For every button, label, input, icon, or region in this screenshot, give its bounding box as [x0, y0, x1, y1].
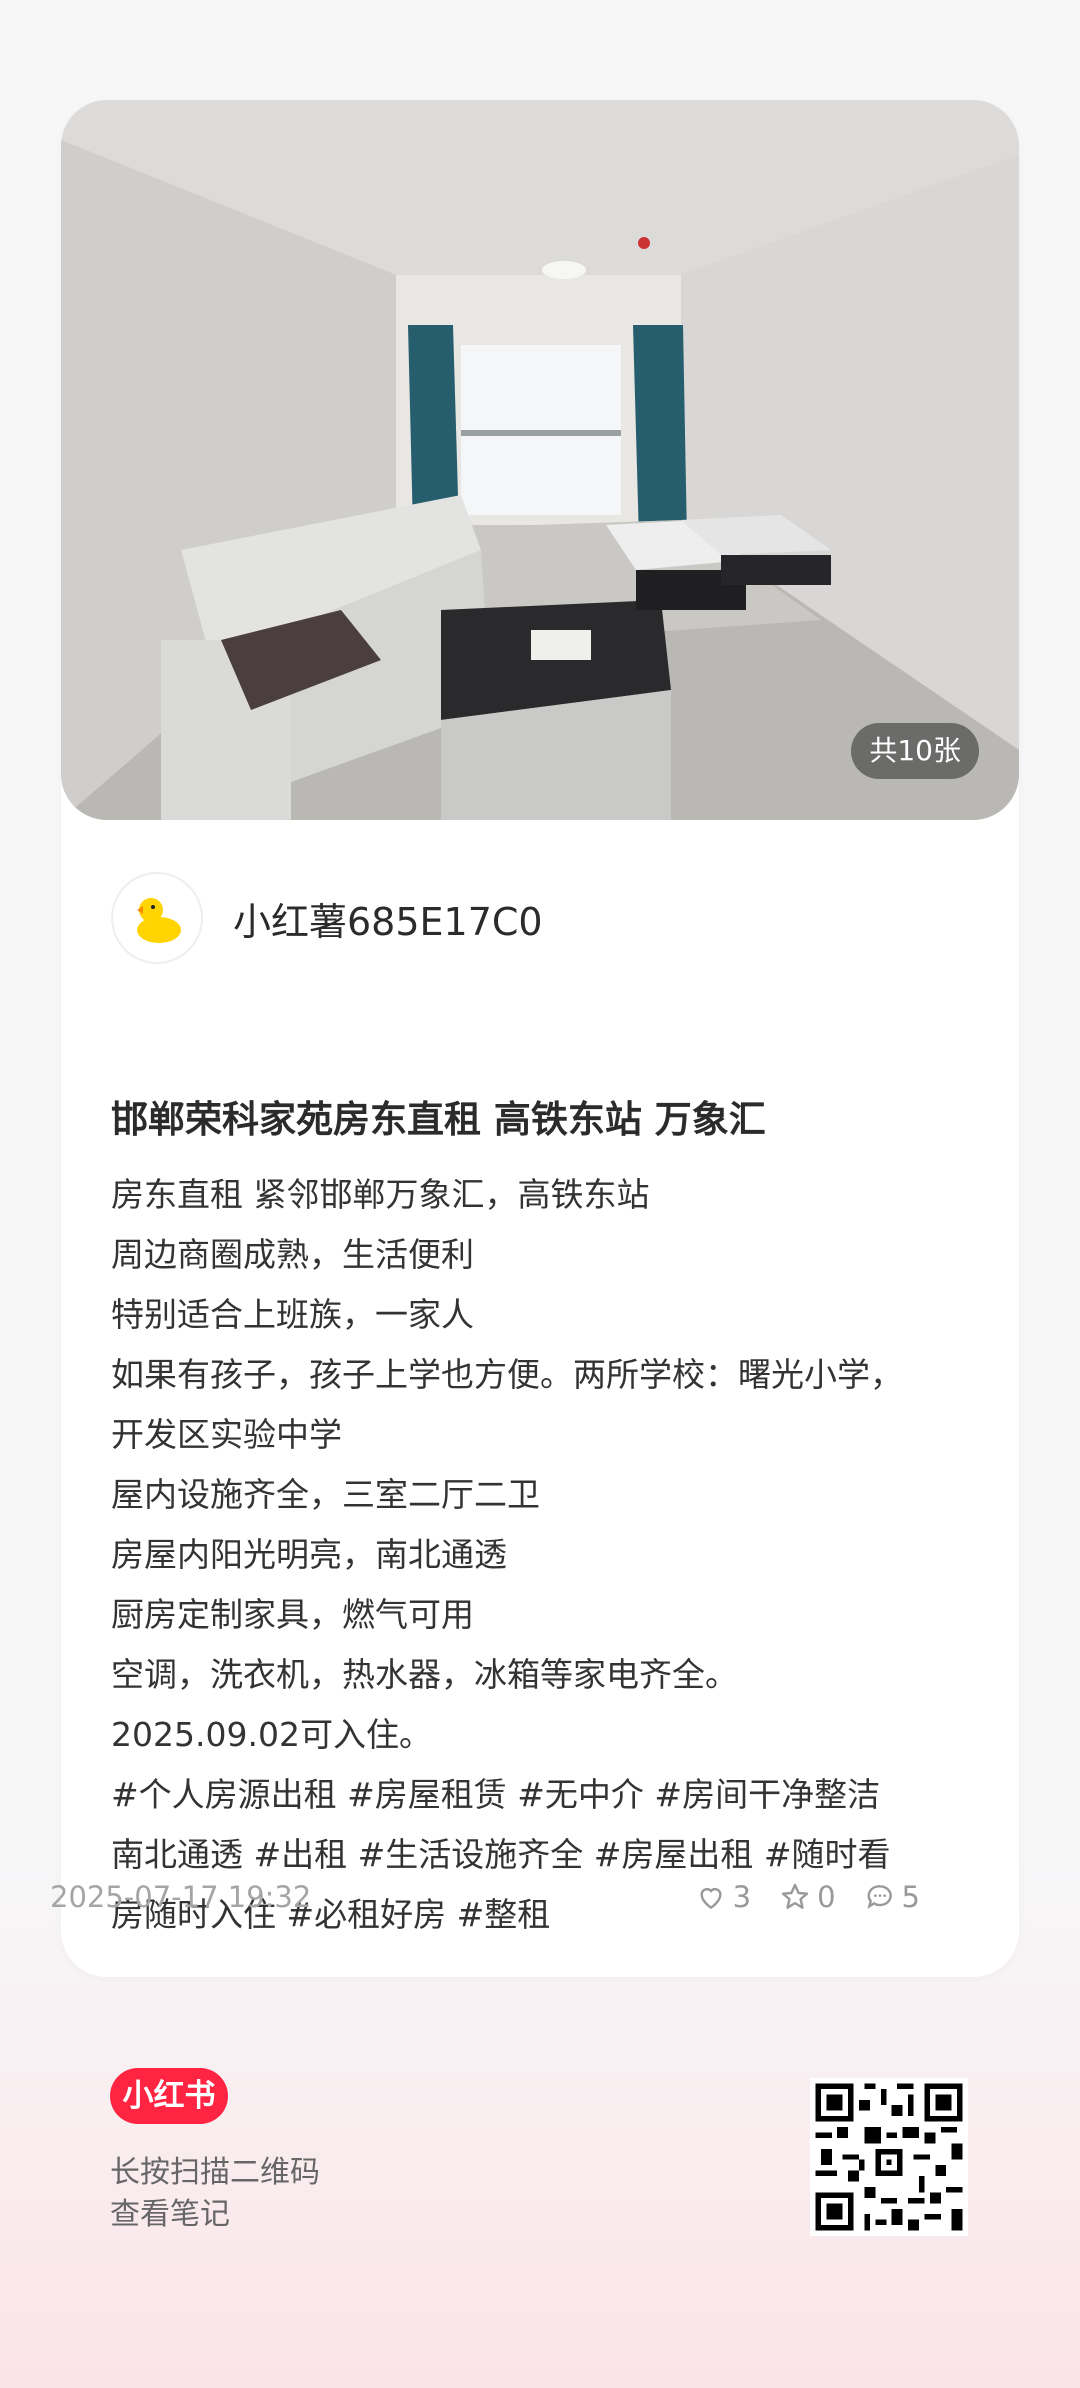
collect-button[interactable]: 0 [779, 1880, 836, 1914]
like-button[interactable]: 3 [695, 1880, 751, 1914]
duck-avatar-icon[interactable] [111, 872, 203, 964]
post-body-line: 特别适合上班族，一家人 [111, 1295, 474, 1334]
collect-count: 0 [817, 1880, 836, 1914]
post-body-line: 开发区实验中学 [111, 1415, 342, 1454]
comment-count: 5 [901, 1880, 920, 1914]
post-stats: 3 0 5 [667, 1872, 920, 1922]
comment-icon [866, 1885, 892, 1909]
scan-hint-line1: 长按扫描二维码 [110, 2155, 320, 2190]
scan-hint-line2: 查看笔记 [110, 2197, 230, 2232]
post-meta: 2025-07-17 19:32 3 0 5 [50, 1872, 920, 1922]
post-body: 房东直租 紧邻邯郸万象汇，高铁东站 周边商圈成熟，生活便利 特别适合上班族，一家… [111, 1165, 981, 1945]
note-card: 共10张 小红薯685E17C0 邯郸荣科家苑房东直租 高铁东站 万象汇 房东直… [61, 100, 1019, 1977]
post-body-line: 2025.09.02可入住。 [111, 1715, 432, 1754]
like-count: 3 [732, 1880, 752, 1914]
post-body-line: 周边商圈成熟，生活便利 [111, 1235, 474, 1274]
author-row[interactable]: 小红薯685E17C0 [111, 872, 543, 964]
post-body-line: 房屋内阳光明亮，南北通透 [111, 1535, 507, 1574]
comment-button[interactable]: 5 [864, 1880, 920, 1914]
room-photo[interactable]: 共10张 [61, 100, 1019, 820]
author-name[interactable]: 小红薯685E17C0 [233, 891, 543, 946]
image-count-badge: 共10张 [851, 723, 979, 779]
post-body-line: 空调，洗衣机，热水器，冰箱等家电齐全。 [111, 1655, 738, 1694]
post-date: 2025-07-17 19:32 [50, 1880, 312, 1914]
post-body-line: 屋内设施齐全，三室二厅二卫 [111, 1475, 540, 1514]
xiaohongshu-logo: 小红书 [110, 2068, 228, 2124]
star-icon [781, 1883, 809, 1909]
qr-code-icon [810, 2078, 968, 2236]
qr-code[interactable] [810, 2078, 968, 2236]
post-body-line: 厨房定制家具，燃气可用 [111, 1595, 474, 1634]
post-body-line: 如果有孩子，孩子上学也方便。两所学校：曙光小学， [111, 1355, 903, 1394]
heart-icon [700, 1888, 722, 1910]
room-photo-image [61, 100, 1019, 820]
hashtag-line[interactable]: #个人房源出租 #房屋租赁 #无中介 #房间干净整洁 [111, 1765, 981, 1825]
scan-hint: 长按扫描二维码 查看笔记 [110, 2152, 320, 2236]
post-body-line: 房东直租 紧邻邯郸万象汇，高铁东站 [111, 1175, 650, 1214]
post-title: 邯郸荣科家苑房东直租 高铁东站 万象汇 [111, 1098, 766, 1141]
